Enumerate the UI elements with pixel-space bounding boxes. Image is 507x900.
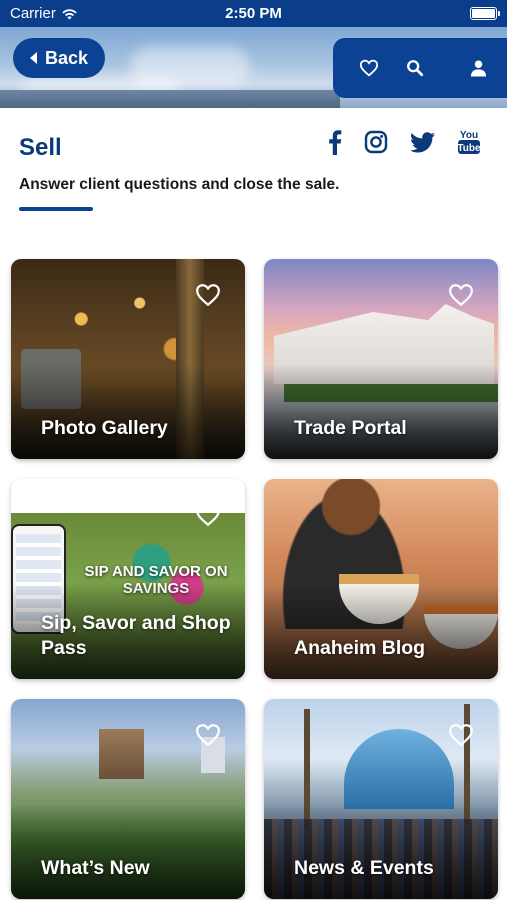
svg-text:You: You [460, 130, 478, 141]
facebook-icon [329, 130, 342, 155]
card-anaheim-blog[interactable]: Anaheim Blog [264, 479, 498, 679]
back-label: Back [44, 47, 89, 68]
page-title: Sell [19, 134, 62, 161]
youtube-icon: You Tube [457, 130, 481, 154]
battery-icon [470, 7, 500, 20]
heart-icon[interactable] [195, 283, 221, 307]
card-sip-savor-shop-pass[interactable]: SIP AND SAVOR ON SAVINGS Sip, Savor and … [11, 479, 245, 679]
user-icon [470, 60, 486, 77]
favorites-button[interactable] [359, 58, 379, 78]
clock: 2:50 PM [225, 5, 282, 22]
card-photo-gallery[interactable]: Photo Gallery [11, 259, 245, 459]
card-label: Photo Gallery [41, 417, 168, 439]
instagram-icon [364, 130, 388, 154]
page-subtitle: Answer client questions and close the sa… [19, 176, 340, 193]
card-news-events[interactable]: News & Events [264, 699, 498, 899]
heart-icon[interactable] [448, 723, 474, 747]
back-button[interactable]: Back [13, 38, 105, 78]
card-label: News & Events [294, 857, 434, 879]
account-button[interactable] [468, 58, 488, 78]
twitter-icon [409, 131, 435, 152]
facebook-button[interactable] [323, 128, 347, 156]
card-label: Anaheim Blog [294, 637, 426, 659]
card-whats-new[interactable]: What’s New [11, 699, 245, 899]
title-underline [19, 207, 93, 211]
heart-icon[interactable] [195, 503, 221, 527]
instagram-button[interactable] [362, 128, 390, 156]
svg-text:Tube: Tube [457, 143, 481, 154]
card-label: Trade Portal [294, 417, 407, 439]
card-trade-portal[interactable]: Trade Portal [264, 259, 498, 459]
header-banner: Back [0, 27, 507, 108]
search-button[interactable] [405, 58, 425, 78]
twitter-button[interactable] [408, 128, 436, 156]
card-label: What’s New [41, 857, 150, 879]
heart-icon[interactable] [195, 723, 221, 747]
heart-icon[interactable] [448, 283, 474, 307]
back-arrow-icon [29, 52, 37, 64]
heart-icon [359, 59, 379, 77]
search-icon [407, 60, 424, 77]
card-label: Sip, Savor and Shop Pass [41, 612, 231, 659]
status-bar: Carrier 2:50 PM [0, 0, 507, 27]
header-action-bar [333, 38, 507, 98]
youtube-button[interactable]: You Tube [455, 128, 483, 156]
